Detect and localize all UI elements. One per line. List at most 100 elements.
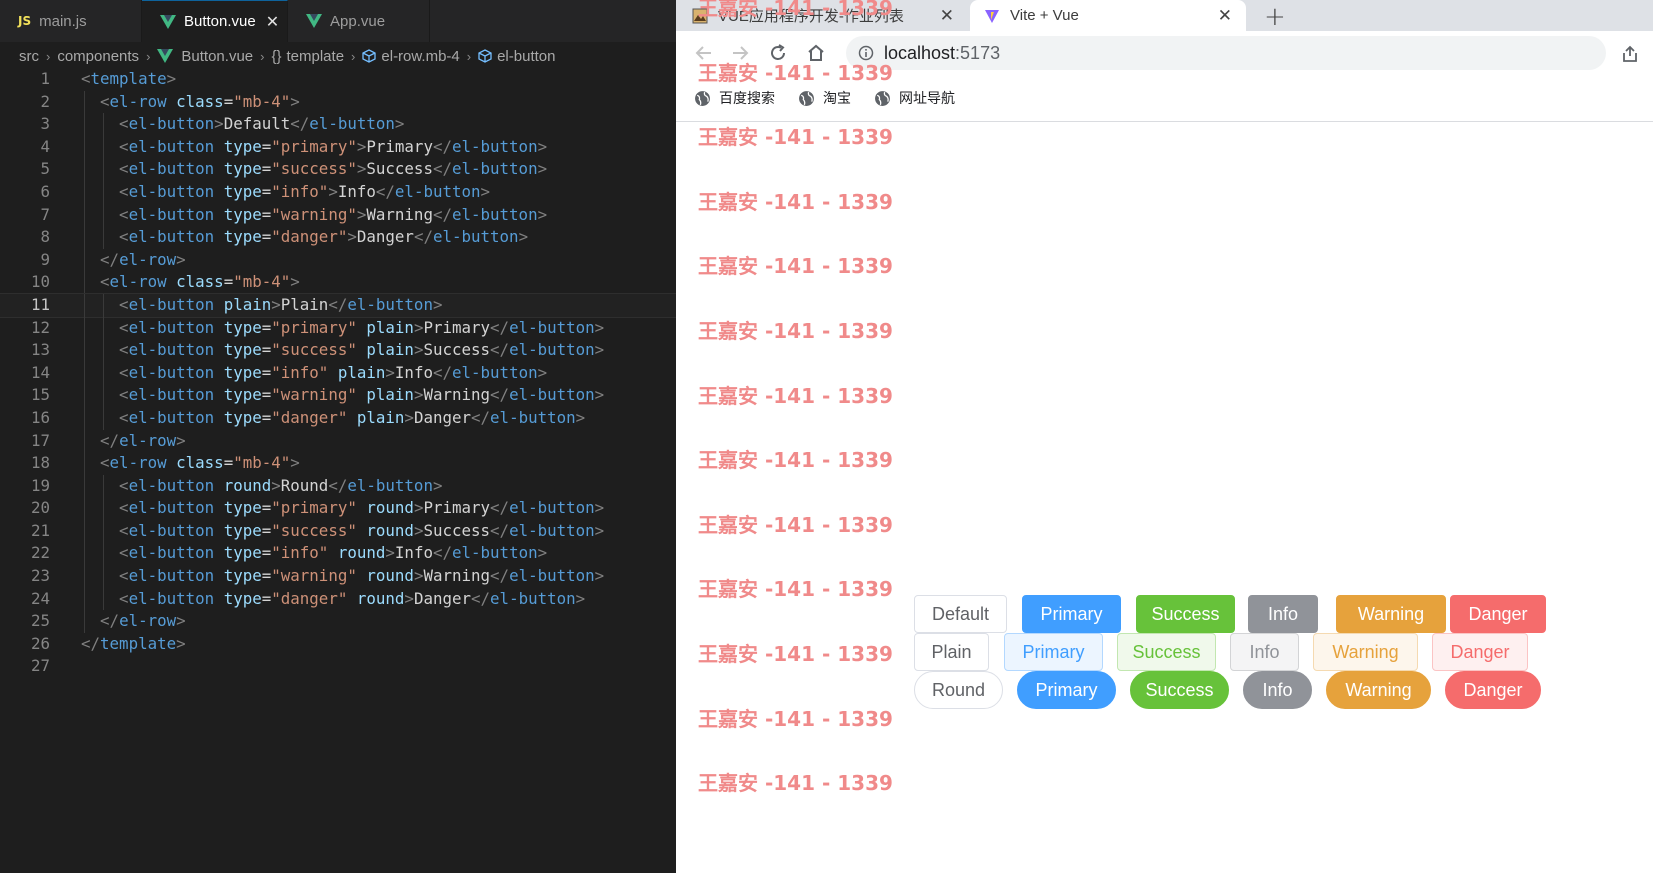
code-editor[interactable]: JS main.js Button.vue ✕ App.vue src › co… [0, 0, 677, 873]
line-number: 15 [30, 385, 50, 405]
close-tab-icon[interactable]: ✕ [940, 6, 954, 26]
code-line[interactable]: 11 <el-button plain>Plain</el-button> [0, 292, 677, 318]
danger-solid-button[interactable]: Danger [1450, 595, 1546, 633]
tab-button-vue[interactable]: Button.vue ✕ [142, 0, 288, 42]
reload-icon[interactable] [768, 43, 788, 63]
share-icon[interactable] [1620, 44, 1640, 64]
url-text: localhost:5173 [884, 43, 1000, 64]
code-line[interactable]: 8 <el-button type="danger">Danger</el-bu… [0, 226, 676, 249]
new-tab-button[interactable]: + [1264, 2, 1286, 32]
code-token: > [176, 249, 186, 269]
vue-file-icon [157, 49, 174, 63]
code-line[interactable]: 23 <el-button type="warning" round>Warni… [0, 565, 676, 588]
code-token: el-button [490, 588, 576, 608]
success-plain-button[interactable]: Success [1117, 633, 1216, 671]
back-arrow-icon[interactable] [694, 43, 714, 63]
code-line[interactable]: 22 <el-button type="info" round>Info</el… [0, 542, 676, 566]
code-text: <el-button>Default</el-button> [81, 113, 404, 136]
code-line[interactable]: 24 <el-button type="danger" round>Danger… [0, 587, 676, 611]
code-area[interactable]: 1 <template> 2 <el-row class="mb-4"> 3 <el-… [0, 68, 677, 678]
browser-tab-vite-vue[interactable]: Vite + Vue ✕ [970, 0, 1246, 31]
code-token: = [261, 317, 272, 337]
code-line[interactable]: 25 </el-row> [0, 610, 676, 633]
success-solid-button[interactable]: Success [1136, 595, 1235, 633]
code-line[interactable]: 7 <el-button type="warning">Warning</el-… [0, 203, 676, 227]
info-solid-button[interactable]: Info [1248, 595, 1318, 633]
bookmark-navigation[interactable]: 网址导航 [874, 88, 955, 108]
danger-plain-button[interactable]: Danger [1432, 633, 1528, 671]
breadcrumb-el-button[interactable]: el-button [497, 48, 555, 65]
breadcrumb-button-vue[interactable]: Button.vue [181, 48, 253, 65]
close-tab-icon[interactable]: ✕ [1218, 6, 1232, 26]
code-token: "danger" [271, 588, 348, 608]
plain-plain-button[interactable]: Plain [914, 633, 989, 671]
bookmark-label: 淘宝 [823, 91, 851, 107]
address-bar[interactable]: localhost:5173 [846, 36, 1606, 70]
code-line[interactable]: 21 <el-button type="success" round>Succe… [0, 519, 676, 543]
code-line[interactable]: 18 <el-row class="mb-4"> [0, 452, 676, 475]
code-token: < [119, 407, 129, 427]
code-line[interactable]: 3 <el-button>Default</el-button> [0, 113, 676, 136]
info-plain-button[interactable]: Info [1230, 633, 1299, 671]
forward-arrow-icon[interactable] [730, 43, 750, 63]
code-token: > [271, 294, 281, 314]
cube-icon [362, 49, 377, 63]
bookmark-taobao[interactable]: 淘宝 [798, 88, 851, 108]
primary-round-button[interactable]: Primary [1017, 671, 1116, 709]
code-line[interactable]: 19 <el-button round>Round</el-button> [0, 474, 676, 498]
line-number: 2 [40, 91, 50, 111]
danger-round-button[interactable]: Danger [1445, 671, 1541, 709]
code-token: > [347, 227, 357, 247]
code-line[interactable]: 5 <el-button type="success">Success</el-… [0, 158, 676, 181]
code-token: < [119, 543, 129, 563]
code-token: type [223, 407, 262, 427]
url-port: :5173 [955, 43, 1001, 63]
code-line[interactable]: 13 <el-button type="success" plain>Succe… [0, 339, 676, 362]
code-text: <el-button type="info">Info</el-button> [81, 181, 490, 204]
info-round-button[interactable]: Info [1243, 671, 1312, 709]
code-token: > [594, 498, 605, 518]
code-line[interactable]: 15 <el-button type="warning" plain>Warni… [0, 384, 676, 407]
code-line[interactable]: 12 <el-button type="primary" plain>Prima… [0, 316, 676, 340]
success-round-button[interactable]: Success [1130, 671, 1229, 709]
close-tab-icon[interactable]: ✕ [266, 12, 279, 32]
code-line[interactable]: 2 <el-row class="mb-4"> [0, 90, 676, 114]
code-line[interactable]: 4 <el-button type="primary">Primary</el-… [0, 135, 676, 159]
breadcrumb-src[interactable]: src [19, 48, 39, 65]
warning-round-button[interactable]: Warning [1326, 671, 1431, 709]
code-line[interactable]: 6 <el-button type="info">Info</el-button… [0, 180, 676, 204]
code-text: <el-button type="warning" plain>Warning<… [81, 384, 604, 407]
code-line[interactable]: 27 [0, 655, 676, 678]
primary-solid-button[interactable]: Primary [1022, 595, 1121, 633]
code-line[interactable]: 26 </template> [0, 633, 676, 656]
code-line[interactable]: 14 <el-button type="info" plain>Info</el… [0, 361, 676, 385]
code-line[interactable]: 9 </el-row> [0, 248, 676, 272]
code-token: Success [423, 520, 491, 540]
round-round-button[interactable]: Round [914, 671, 1003, 709]
warning-plain-button[interactable]: Warning [1313, 633, 1418, 671]
code-line[interactable]: 17 </el-row> [0, 429, 676, 453]
primary-plain-button[interactable]: Primary [1004, 633, 1103, 671]
home-icon[interactable] [806, 43, 826, 63]
warning-solid-button[interactable]: Warning [1336, 595, 1446, 633]
tab-app-vue[interactable]: App.vue [288, 0, 430, 42]
line-number: 6 [40, 181, 50, 201]
tab-main-js[interactable]: JS main.js [0, 0, 142, 42]
breadcrumb-template[interactable]: template [287, 48, 345, 65]
browser-tab-homework[interactable]: VUE应用程序开发-作业列表 ✕ [692, 0, 968, 31]
browser-tab-strip: VUE应用程序开发-作业列表 ✕ Vite + Vue ✕ + [676, 0, 1653, 32]
code-token: "primary" [271, 136, 357, 156]
breadcrumb-el-row[interactable]: el-row.mb-4 [381, 48, 459, 65]
code-token: > [166, 69, 177, 88]
breadcrumb-components[interactable]: components [57, 48, 139, 65]
default-solid-button[interactable]: Default [914, 595, 1007, 633]
code-line[interactable]: 20 <el-button type="primary" round>Prima… [0, 497, 676, 520]
code-token: > [594, 566, 605, 586]
code-line[interactable]: 1 <template> [0, 68, 676, 91]
code-line[interactable]: 10 <el-row class="mb-4"> [0, 271, 676, 294]
code-line[interactable]: 16 <el-button type="danger" plain>Danger… [0, 406, 676, 430]
info-icon[interactable] [858, 45, 874, 61]
bookmark-baidu[interactable]: 百度搜索 [694, 88, 775, 108]
